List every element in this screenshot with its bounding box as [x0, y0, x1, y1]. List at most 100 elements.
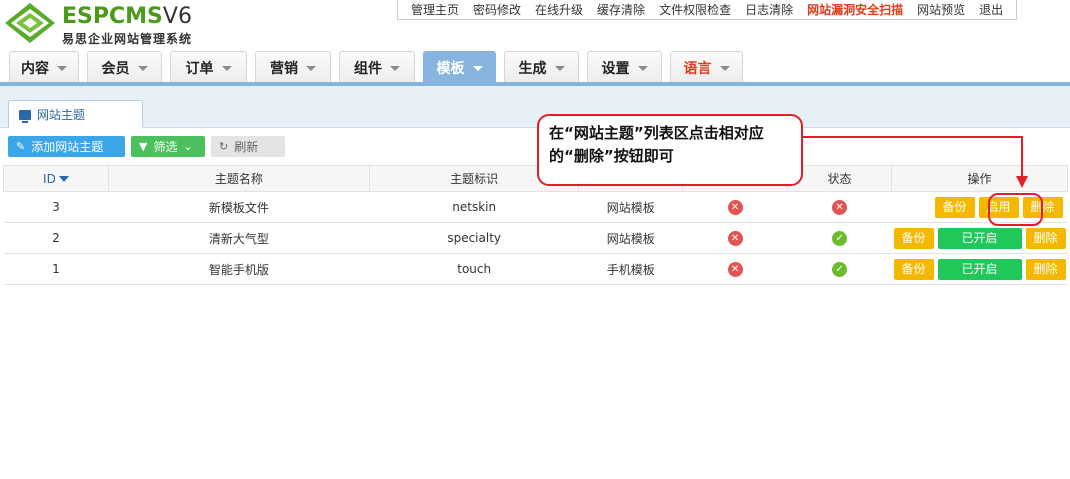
logo-subtitle: 易思企业网站管理系统 [62, 32, 193, 46]
chevron-down-icon [637, 66, 648, 71]
tab-label: 生成 [518, 60, 547, 77]
refresh-button[interactable]: ↻ 刷新 [211, 136, 285, 157]
top-nav-preview[interactable]: 网站预览 [910, 1, 972, 18]
callout-line-1: 在“网站主题”列表区点击相对应 [549, 124, 764, 142]
tab-settings[interactable]: 设置 [587, 51, 662, 83]
tab-component[interactable]: 组件 [339, 51, 415, 83]
tab-label: 组件 [354, 60, 382, 77]
enabled-button[interactable]: 已开启 [937, 258, 1022, 280]
top-nav-security-scan[interactable]: 网站漏洞安全扫描 [800, 1, 910, 18]
refresh-icon: ↻ [219, 140, 229, 153]
top-nav-upgrade[interactable]: 在线升级 [528, 1, 590, 18]
tab-label: 营销 [270, 60, 298, 77]
cell-id: 2 [3, 222, 109, 254]
filter-button[interactable]: ▼ 筛选 ⌄ [131, 136, 205, 157]
tab-label: 语言 [683, 60, 712, 77]
top-nav-file-perm[interactable]: 文件权限检查 [652, 1, 738, 18]
top-nav-clear-cache[interactable]: 缓存清除 [590, 1, 652, 18]
filter-label: 筛选 [153, 140, 178, 154]
main-nav: 内容 会员 订单 营销 组件 模板 生成 设置 语言 [9, 51, 751, 83]
chevron-down-icon [472, 66, 483, 71]
logo[interactable]: ESPCMSV6 易思企业网站管理系统 [4, 2, 224, 46]
table-row: 3 新模板文件 netskin 网站模板 ✕ ✕ 备份 启用 删除 [3, 191, 1068, 223]
cell-type: 手机模板 [578, 253, 683, 285]
cell-name: 智能手机版 [108, 253, 370, 285]
cell-ops: 备份 已开启 删除 [891, 253, 1068, 285]
cell-ops: 备份 已开启 删除 [891, 222, 1068, 254]
enabled-button[interactable]: 已开启 [937, 227, 1022, 249]
tab-label: 订单 [185, 60, 214, 77]
sub-tab-site-theme[interactable]: 网站主题 [8, 100, 143, 128]
delete-button[interactable]: 删除 [1025, 227, 1066, 249]
cell-type: 网站模板 [578, 191, 683, 223]
tab-content[interactable]: 内容 [9, 51, 79, 83]
cell-default: ✕ [682, 191, 788, 223]
chevron-down-icon [554, 66, 565, 71]
instruction-callout: 在“网站主题”列表区点击相对应 的“删除”按钮即可 [537, 114, 803, 186]
col-id[interactable]: ID [3, 165, 109, 192]
chevron-down-icon [390, 66, 400, 71]
theme-table: ID 主题名称 主题标识 状态 操作 3 新模板文件 netskin 网站模板 … [3, 165, 1068, 285]
cell-id: 3 [3, 191, 109, 223]
header: ESPCMSV6 易思企业网站管理系统 管理主页 密码修改 在线升级 缓存清除 … [0, 0, 1070, 83]
tab-member[interactable]: 会员 [87, 51, 162, 83]
cell-status: ✕ [787, 191, 892, 223]
callout-arrow-line [803, 136, 1023, 138]
tab-marketing[interactable]: 营销 [255, 51, 331, 83]
tab-label: 模板 [436, 60, 465, 77]
top-nav-home[interactable]: 管理主页 [404, 1, 466, 18]
toolbar: ✎ 添加网站主题 ▼ 筛选 ⌄ ↻ 刷新 [8, 136, 291, 157]
logo-text: ESPCMSV6 [62, 4, 192, 29]
cell-default: ✕ [682, 222, 788, 254]
top-nav-logout[interactable]: 退出 [972, 1, 1010, 18]
filter-icon: ▼ [139, 140, 148, 153]
tab-template[interactable]: 模板 [423, 51, 496, 83]
col-status: 状态 [787, 165, 892, 192]
backup-button[interactable]: 备份 [893, 258, 934, 280]
top-nav: 管理主页 密码修改 在线升级 缓存清除 文件权限检查 日志清除 网站漏洞安全扫描… [397, 0, 1018, 20]
table-row: 2 清新大气型 specialty 网站模板 ✕ ✓ 备份 已开启 删除 [3, 222, 1068, 254]
cell-name: 清新大气型 [108, 222, 370, 254]
tab-label: 设置 [601, 60, 630, 77]
cell-default: ✕ [682, 253, 788, 285]
tab-language[interactable]: 语言 [670, 51, 743, 83]
arrow-down-icon [1016, 176, 1028, 188]
backup-button[interactable]: 备份 [893, 227, 934, 249]
add-theme-button[interactable]: ✎ 添加网站主题 [8, 136, 125, 157]
cell-tag: specialty [369, 222, 579, 254]
table-header-row: ID 主题名称 主题标识 状态 操作 [3, 165, 1068, 192]
col-ops: 操作 [891, 165, 1068, 192]
disabled-icon[interactable]: ✕ [727, 262, 743, 277]
cell-tag: netskin [369, 191, 579, 223]
disabled-icon[interactable]: ✕ [727, 200, 743, 215]
chevron-down-icon: ⌄ [183, 140, 193, 153]
chevron-down-icon [306, 66, 316, 71]
monitor-icon [19, 109, 31, 123]
sub-tab-bar [0, 86, 1070, 128]
chevron-down-icon [719, 66, 730, 71]
disabled-icon[interactable]: ✕ [832, 200, 848, 215]
top-nav-clear-log[interactable]: 日志清除 [738, 1, 800, 18]
cell-id: 1 [3, 253, 109, 285]
refresh-label: 刷新 [234, 140, 259, 154]
chevron-down-icon [137, 66, 148, 71]
logo-version: V6 [162, 4, 192, 29]
logo-icon [5, 3, 55, 43]
col-name: 主题名称 [107, 165, 371, 192]
disabled-icon[interactable]: ✕ [727, 231, 743, 246]
enabled-icon[interactable]: ✓ [832, 262, 848, 277]
cell-status: ✓ [787, 253, 892, 285]
enabled-icon[interactable]: ✓ [832, 231, 848, 246]
top-nav-password[interactable]: 密码修改 [466, 1, 528, 18]
cell-status: ✓ [787, 222, 892, 254]
delete-button[interactable]: 删除 [1025, 258, 1066, 280]
tab-label: 内容 [21, 60, 49, 77]
callout-arrow-line-vertical [1021, 136, 1023, 178]
highlight-circle [988, 193, 1043, 226]
cell-name: 新模板文件 [108, 191, 370, 223]
tab-order[interactable]: 订单 [170, 51, 247, 83]
table-row: 1 智能手机版 touch 手机模板 ✕ ✓ 备份 已开启 删除 [3, 253, 1068, 285]
chevron-down-icon [57, 66, 67, 71]
tab-generate[interactable]: 生成 [504, 51, 579, 83]
backup-button[interactable]: 备份 [934, 196, 975, 218]
